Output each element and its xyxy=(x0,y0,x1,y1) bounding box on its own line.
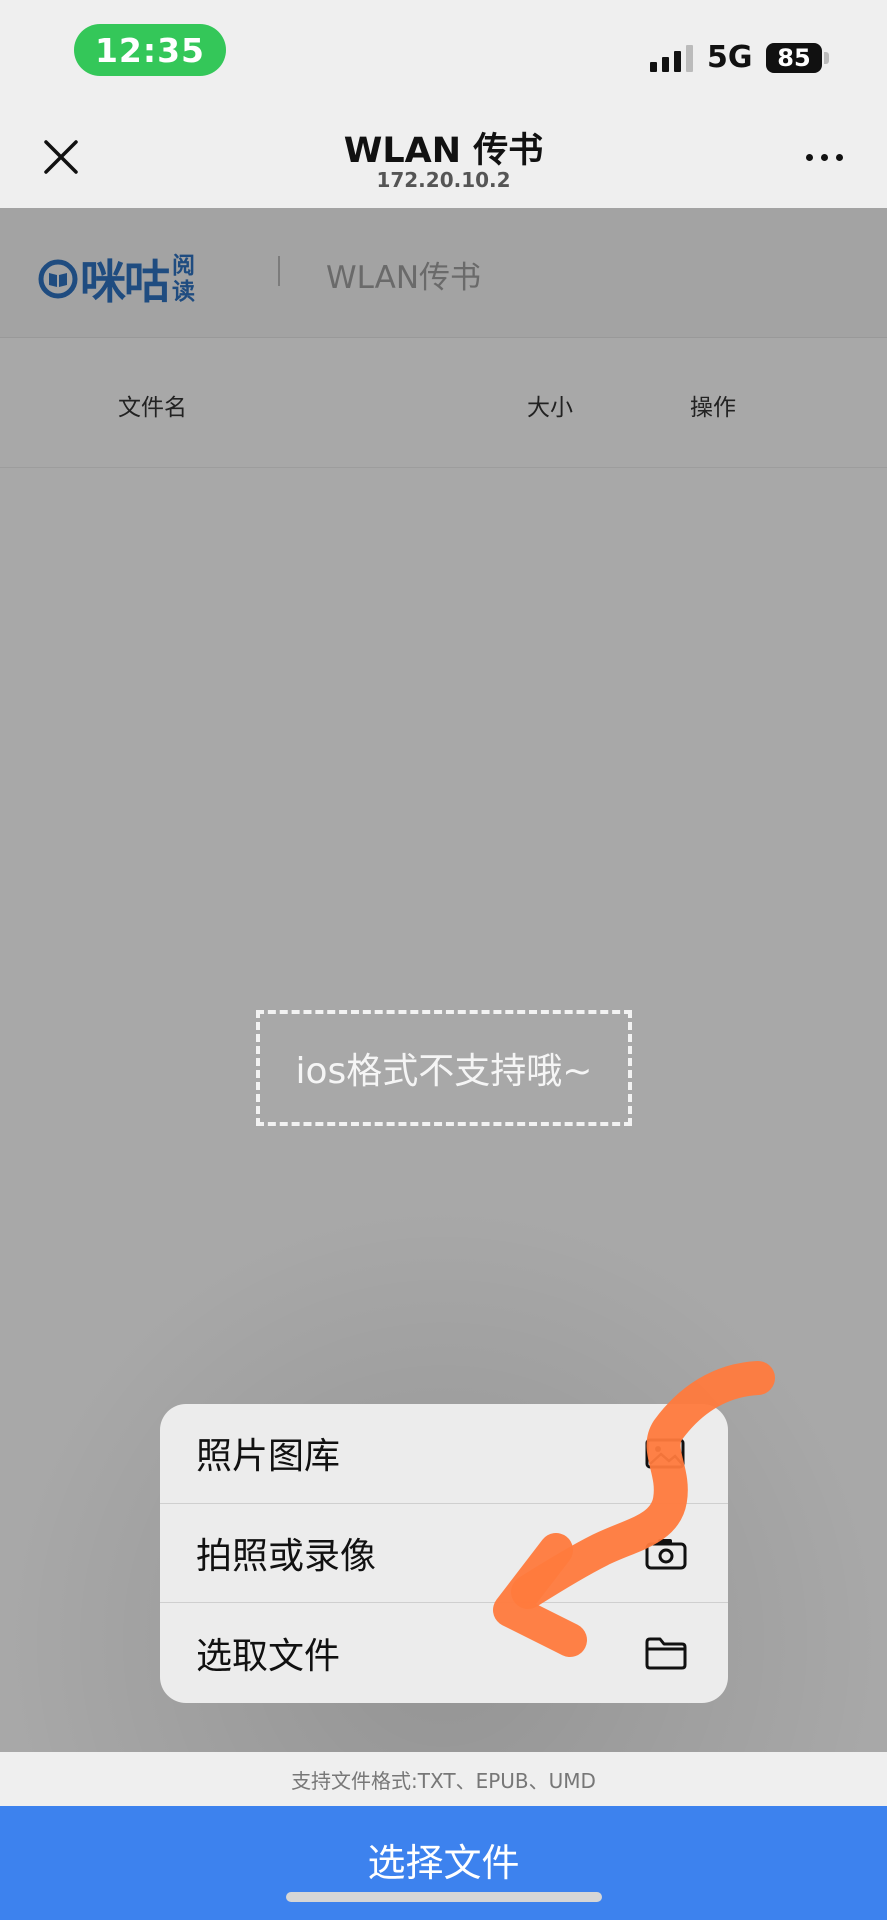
status-bar: 12:35 5G 85 xyxy=(0,0,887,110)
file-source-menu: 照片图库 拍照或录像 选取文件 xyxy=(160,1404,728,1703)
page-header: 咪咕 阅 读 WLAN传书 xyxy=(0,208,887,338)
menu-item-label: 拍照或录像 xyxy=(196,1535,377,1577)
logo-subtext: 阅 读 xyxy=(172,253,195,305)
supported-formats: 支持文件格式:TXT、EPUB、UMD xyxy=(0,1752,887,1806)
column-size: 大小 xyxy=(527,395,573,421)
select-file-label: 选择文件 xyxy=(367,1840,520,1885)
logo-subtext-1: 阅 xyxy=(172,253,195,279)
file-table-header: 文件名 大小 操作 xyxy=(0,338,887,468)
network-type: 5G xyxy=(707,40,753,75)
battery-icon: 85 xyxy=(766,43,822,73)
camera-icon xyxy=(645,1538,687,1570)
nav-subtitle: 172.20.10.2 xyxy=(376,168,511,192)
more-dot-icon xyxy=(836,154,843,161)
menu-item-label: 选取文件 xyxy=(196,1635,341,1677)
menu-item-photo-library[interactable]: 照片图库 xyxy=(160,1404,728,1504)
empty-state-text: ios格式不支持哦~ xyxy=(295,1051,593,1092)
cellular-signal-icon xyxy=(650,44,693,72)
menu-item-camera[interactable]: 拍照或录像 xyxy=(160,1504,728,1604)
folder-icon xyxy=(645,1637,687,1670)
more-dot-icon xyxy=(821,154,828,161)
migu-book-icon xyxy=(38,259,78,299)
status-time: 12:35 xyxy=(74,24,226,76)
more-dot-icon xyxy=(806,154,813,161)
photo-library-icon xyxy=(645,1438,685,1469)
column-actions: 操作 xyxy=(690,395,736,421)
more-options-button[interactable] xyxy=(806,154,843,161)
logo-subtext-2: 读 xyxy=(172,279,195,305)
migu-logo: 咪咕 阅 读 xyxy=(38,246,195,312)
nav-title: WLAN 传书 xyxy=(343,131,544,171)
battery-cap xyxy=(824,52,829,64)
header-divider xyxy=(278,256,280,286)
menu-item-choose-file[interactable]: 选取文件 xyxy=(160,1603,728,1703)
empty-state-hint: ios格式不支持哦~ xyxy=(256,1010,632,1126)
page-title: WLAN传书 xyxy=(326,260,482,296)
navigation-bar: WLAN 传书 172.20.10.2 xyxy=(0,110,887,208)
menu-item-label: 照片图库 xyxy=(196,1436,341,1478)
select-file-button[interactable]: 选择文件 xyxy=(0,1806,887,1920)
logo-text: 咪咕 xyxy=(80,255,170,309)
column-filename: 文件名 xyxy=(118,395,187,421)
home-indicator[interactable] xyxy=(286,1892,602,1902)
